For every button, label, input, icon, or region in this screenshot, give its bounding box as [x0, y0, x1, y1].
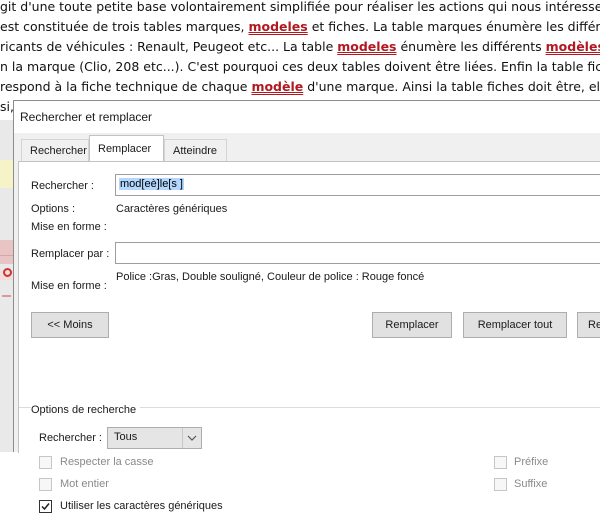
- strip-red-circle: [3, 268, 12, 277]
- search-direction-label: Rechercher :: [39, 432, 102, 444]
- document-text: d'une marque. Ainsi la table fiches doit…: [303, 79, 600, 94]
- document-line: respond à la fiche technique de chaque m…: [0, 77, 600, 97]
- highlighted-keyword: modèles: [545, 39, 600, 54]
- tab-label: Rechercher: [30, 145, 87, 157]
- chevron-down-icon: [182, 428, 201, 448]
- tab-bar: Rechercher Remplacer Atteindre: [14, 133, 600, 162]
- replace-format-value: Police :Gras, Double souligné, Couleur d…: [116, 271, 425, 283]
- replace-all-button-label: Remplacer tout: [477, 319, 553, 331]
- replace-button[interactable]: Remplacer: [372, 312, 452, 338]
- wildcards-checkbox[interactable]: [39, 500, 52, 513]
- highlighted-keyword: modeles: [337, 39, 397, 54]
- tab-label: Remplacer: [98, 143, 152, 155]
- dialog-title: Rechercher et remplacer: [20, 110, 153, 124]
- replace-label: Remplacer par :: [31, 248, 110, 260]
- find-next-button-label: Re: [588, 319, 600, 331]
- search-options-heading: Options de recherche: [31, 404, 141, 416]
- replace-tab-panel: Rechercher : mod[eè]le[s ] Options : Car…: [18, 161, 600, 513]
- tab-rechercher[interactable]: Rechercher: [21, 139, 89, 161]
- document-text: et fiches. La table marques énumère les …: [307, 19, 600, 34]
- document-text: ricants de véhicules : Renault, Peugeot …: [0, 39, 338, 54]
- find-replace-dialog: Rechercher et remplacer Rechercher Rempl…: [13, 100, 600, 513]
- strip-pink: [0, 240, 13, 264]
- background-window-strip: [0, 120, 13, 452]
- replace-button-label: Remplacer: [385, 319, 439, 331]
- find-input[interactable]: mod[eè]le[s ]: [115, 174, 600, 196]
- replace-all-button[interactable]: Remplacer tout: [463, 312, 567, 338]
- document-text: respond à la fiche technique de chaque: [0, 79, 252, 94]
- find-options-label: Options :: [31, 203, 76, 215]
- tab-label: Atteindre: [173, 145, 218, 157]
- replace-format-label: Mise en forme :: [31, 280, 107, 292]
- whole-word-label: Mot entier: [60, 478, 109, 490]
- find-input-value: mod[eè]le[s ]: [119, 178, 184, 190]
- document-text: n la marque (Clio, 208 etc...). C'est po…: [0, 59, 600, 74]
- highlighted-keyword: modeles: [248, 19, 308, 34]
- document-line: est constituée de trois tables marques, …: [0, 17, 600, 37]
- document-text: est constituée de trois tables marques,: [0, 19, 249, 34]
- find-label: Rechercher :: [31, 180, 94, 192]
- prefix-checkbox[interactable]: [494, 456, 507, 469]
- document-text: énumère les différents: [396, 39, 546, 54]
- whole-word-checkbox[interactable]: [39, 478, 52, 491]
- search-direction-value: Tous: [114, 431, 138, 443]
- document-text: git d'une toute petite base volontaireme…: [0, 0, 600, 14]
- checkmark-icon: [41, 503, 50, 511]
- less-button[interactable]: << Moins: [31, 312, 109, 338]
- wildcards-label: Utiliser les caractères génériques: [60, 500, 223, 512]
- match-case-label: Respecter la casse: [60, 456, 154, 468]
- tab-atteindre[interactable]: Atteindre: [164, 139, 227, 161]
- document-line: git d'une toute petite base volontaireme…: [0, 0, 600, 17]
- strip-line: [0, 255, 13, 256]
- replace-input[interactable]: [115, 242, 600, 264]
- find-options-value: Caractères génériques: [116, 203, 228, 215]
- tab-remplacer[interactable]: Remplacer: [89, 135, 164, 162]
- highlighted-keyword: modèle: [251, 79, 304, 94]
- find-next-button[interactable]: Re: [577, 312, 600, 338]
- document-line: ricants de véhicules : Renault, Peugeot …: [0, 37, 600, 57]
- match-case-checkbox[interactable]: [39, 456, 52, 469]
- suffix-checkbox[interactable]: [494, 478, 507, 491]
- document-line: n la marque (Clio, 208 etc...). C'est po…: [0, 57, 600, 77]
- suffix-label: Suffixe: [514, 478, 548, 490]
- strip-yellow: [0, 160, 13, 188]
- less-button-label: << Moins: [47, 319, 93, 331]
- search-direction-select[interactable]: Tous: [107, 427, 202, 449]
- prefix-label: Préfixe: [514, 456, 549, 468]
- dialog-titlebar[interactable]: Rechercher et remplacer: [14, 101, 600, 133]
- find-format-label: Mise en forme :: [31, 221, 107, 233]
- strip-mark: [2, 295, 11, 297]
